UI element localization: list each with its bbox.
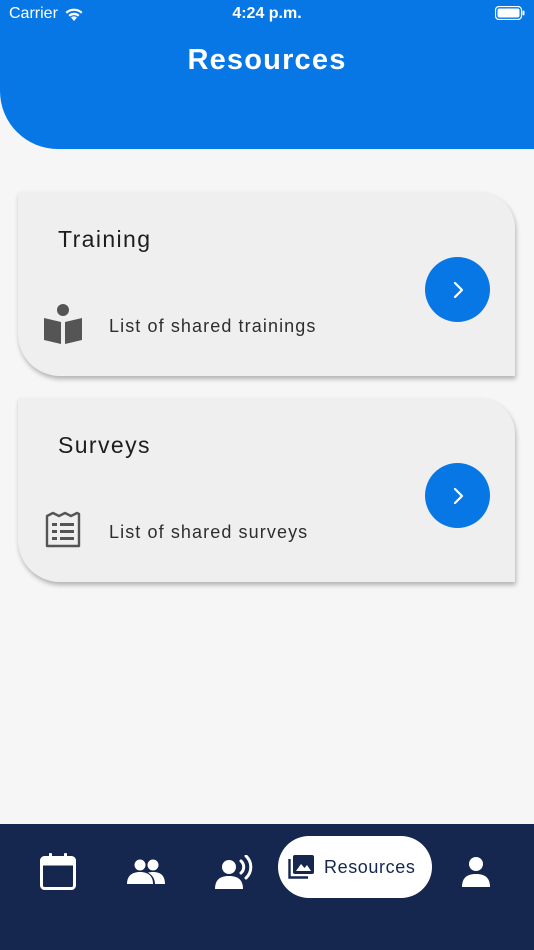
page-title: Resources <box>187 44 347 76</box>
nav-resources-label: Resources <box>324 856 416 877</box>
card-title: Surveys <box>58 432 151 458</box>
battery-icon <box>494 5 525 25</box>
nav-resources[interactable]: Resources <box>278 836 432 898</box>
nav-announcements[interactable] <box>208 846 260 898</box>
status-bar: Carrier 4:24 p.m. <box>0 0 534 28</box>
speaker-voice-icon <box>215 855 253 889</box>
calendar-icon <box>40 853 76 890</box>
open-surveys-button[interactable] <box>425 463 490 528</box>
surveys-card[interactable]: Surveys List of shared surveys <box>18 398 515 582</box>
app-header: Carrier 4:24 p.m. Resources <box>0 0 534 149</box>
card-title: Training <box>58 226 152 252</box>
nav-people[interactable] <box>120 846 172 898</box>
training-card[interactable]: Training List of shared trainings <box>18 192 515 376</box>
chevron-right-icon <box>453 281 463 298</box>
chevron-right-icon <box>453 487 463 504</box>
nav-profile[interactable] <box>452 846 500 898</box>
bottom-nav: Resources <box>0 824 534 950</box>
photo-library-icon <box>288 855 314 879</box>
book-reader-icon <box>43 304 83 344</box>
people-icon <box>127 859 165 884</box>
card-description: List of shared trainings <box>109 316 317 336</box>
nav-calendar[interactable] <box>33 846 83 898</box>
open-training-button[interactable] <box>425 257 490 322</box>
survey-list-icon <box>43 510 83 550</box>
status-time: 4:24 p.m. <box>232 5 302 22</box>
card-description: List of shared surveys <box>109 522 309 542</box>
person-icon <box>462 857 490 887</box>
